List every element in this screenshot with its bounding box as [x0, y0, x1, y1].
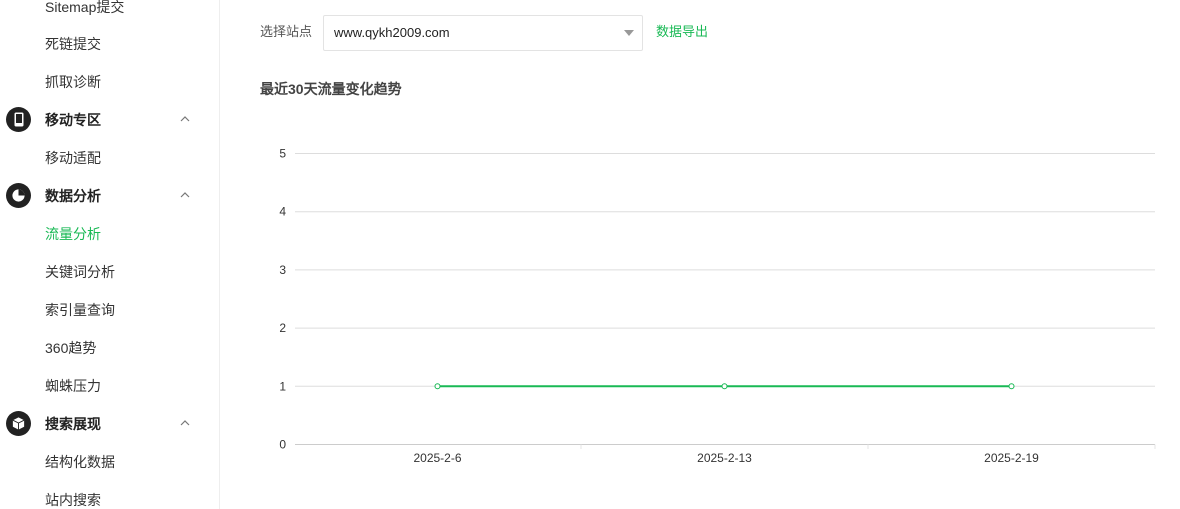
y-tick-label: 5 — [279, 147, 286, 161]
y-tick-label: 2 — [279, 321, 286, 335]
data-point — [434, 383, 441, 390]
y-tick-label: 3 — [279, 263, 286, 277]
x-tick-label: 2025-2-19 — [984, 451, 1039, 465]
y-tick-label: 4 — [279, 205, 286, 219]
y-tick-label: 0 — [279, 438, 286, 452]
x-tick-label: 2025-2-6 — [413, 451, 461, 465]
y-tick-label: 1 — [279, 379, 286, 393]
x-tick-label: 2025-2-13 — [697, 451, 752, 465]
data-point — [1008, 383, 1015, 390]
traffic-line-chart: 0 1 2 3 4 5 2025-2-6 2025-2-13 2025-2-19 — [279, 147, 1156, 465]
data-point — [721, 383, 728, 390]
